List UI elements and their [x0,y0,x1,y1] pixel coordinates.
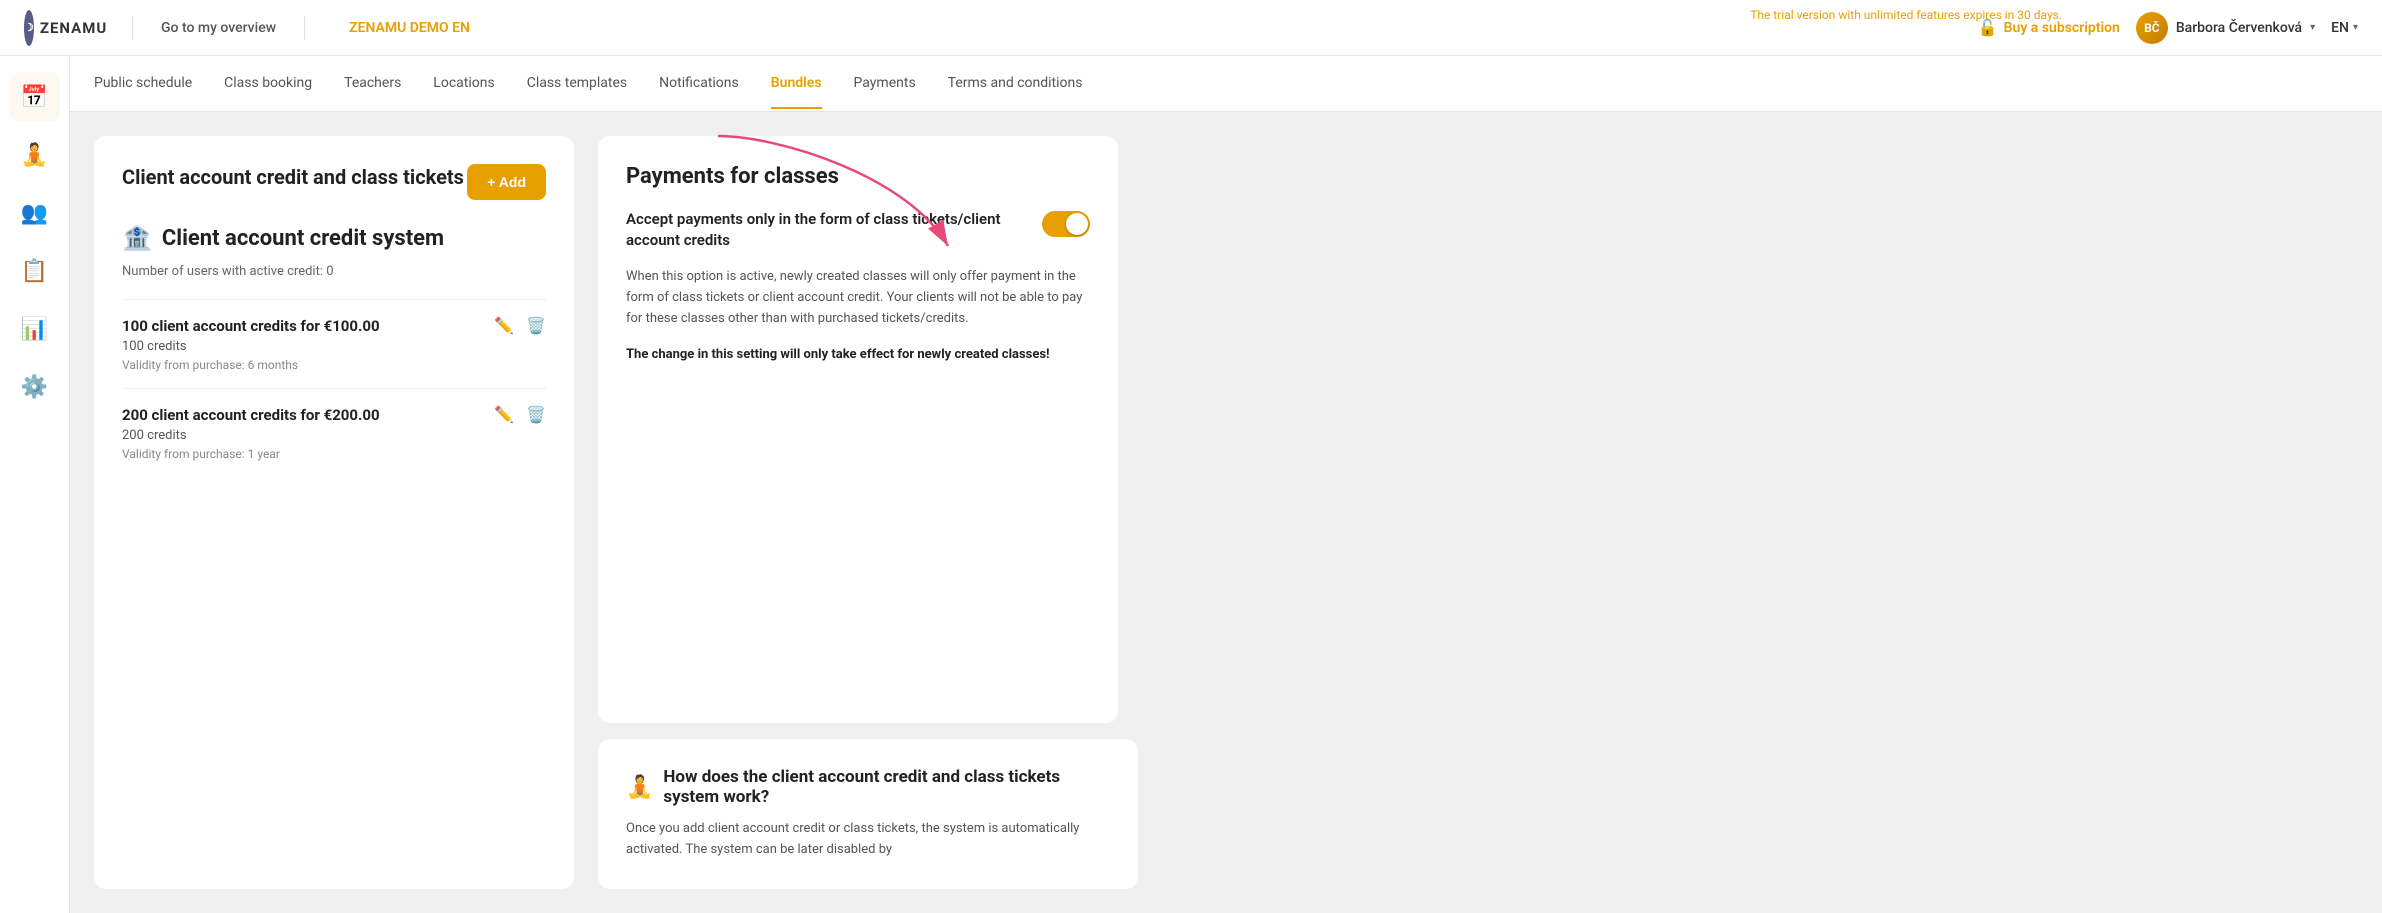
toggle-label: Accept payments only in the form of clas… [626,209,1026,251]
right-column: Payments for classes Accept payments onl… [598,136,1138,889]
credit-item: 200 client account credits for €200.00 ✏… [122,388,546,477]
info-card-header: 🧘 How does the client account credit and… [626,767,1110,807]
divider2 [304,16,305,40]
credit-validity: Validity from purchase: 6 months [122,358,546,372]
tab-bundles[interactable]: Bundles [771,59,822,109]
left-card: Client account credit and class tickets … [94,136,574,889]
user-name: Barbora Červenková [2176,20,2302,36]
user-avatar: BČ [2136,12,2168,44]
user-info[interactable]: BČ Barbora Červenková ▾ [2136,12,2315,44]
sidebar-item-users[interactable]: 👥 [10,188,60,238]
payment-warning: The change in this setting will only tak… [626,345,1090,365]
section-header: 🏦 Client account credit system [122,224,546,252]
credit-actions: ✏️ 🗑️ [494,316,546,335]
sidebar: 📅 🧘 👥 📋 📊 ⚙️ [0,56,70,913]
delete-icon-2[interactable]: 🗑️ [526,405,546,424]
calendar-icon: 📅 [21,85,48,110]
logo-circle: ☽ [24,10,34,46]
logo-area: ☽ ZENAMU Go to my overview ZENAMU DEMO E… [24,10,470,46]
main-content: Client account credit and class tickets … [70,112,2382,913]
payment-option: Accept payments only in the form of clas… [626,209,1090,251]
info-card-description: Once you add client account credit or cl… [626,819,1110,861]
tab-public-schedule[interactable]: Public schedule [94,59,192,109]
go-to-overview-link[interactable]: Go to my overview [161,20,276,36]
edit-icon-2[interactable]: ✏️ [494,405,514,424]
credit-item: 100 client account credits for €100.00 ✏… [122,299,546,388]
tab-class-templates[interactable]: Class templates [527,59,627,109]
credit-actions-2: ✏️ 🗑️ [494,405,546,424]
sidebar-item-chart[interactable]: 📊 [10,304,60,354]
users-icon: 👥 [21,201,48,226]
card-header: Client account credit and class tickets … [122,164,546,200]
section-title: Client account credit system [162,226,444,251]
tab-terms[interactable]: Terms and conditions [948,59,1083,109]
settings-icon: ⚙️ [21,375,48,400]
language-selector[interactable]: EN ▾ [2331,20,2358,36]
language-label: EN [2331,20,2349,36]
right-card-title: Payments for classes [626,164,1090,189]
info-icon: 🧘 [626,775,653,800]
app-layout: 📅 🧘 👥 📋 📊 ⚙️ Public schedule Class booki… [0,56,2382,913]
credit-item-title: 100 client account credits for €100.00 [122,317,380,335]
toggle-wrapper [1042,211,1090,237]
left-card-title: Client account credit and class tickets [122,164,464,190]
user-initials: BČ [2144,21,2160,35]
chart-icon: 📊 [21,317,48,342]
right-card: Payments for classes Accept payments onl… [598,136,1118,723]
tab-locations[interactable]: Locations [433,59,494,109]
delete-icon[interactable]: 🗑️ [526,316,546,335]
logo-icon: ☽ [24,21,34,34]
credit-item-header: 100 client account credits for €100.00 ✏… [122,316,546,335]
credit-detail: 100 credits [122,339,546,354]
credit-item-header-2: 200 client account credits for €200.00 ✏… [122,405,546,424]
divider [132,16,133,40]
sidebar-item-calendar[interactable]: 📅 [10,72,60,122]
trial-notice: The trial version with unlimited feature… [1750,8,2062,22]
yoga-icon: 🧘 [21,143,48,168]
add-button[interactable]: + Add [467,164,546,200]
logo: ☽ ZENAMU [24,10,104,46]
credit-detail-2: 200 credits [122,428,546,443]
tab-notifications[interactable]: Notifications [659,59,739,109]
demo-label: ZENAMU DEMO EN [349,20,470,36]
info-card-title: How does the client account credit and c… [663,767,1110,807]
payment-description: When this option is active, newly create… [626,267,1090,329]
tab-payments[interactable]: Payments [854,59,916,109]
sidebar-item-list[interactable]: 📋 [10,246,60,296]
users-info: Number of users with active credit: 0 [122,264,546,279]
bank-icon: 🏦 [122,224,152,252]
chevron-down-icon: ▾ [2310,22,2315,33]
credit-item-title-2: 200 client account credits for €200.00 [122,406,380,424]
top-bar: ☽ ZENAMU Go to my overview ZENAMU DEMO E… [0,0,2382,56]
sidebar-item-yoga[interactable]: 🧘 [10,130,60,180]
edit-icon[interactable]: ✏️ [494,316,514,335]
list-icon: 📋 [21,259,48,284]
tab-class-booking[interactable]: Class booking [224,59,312,109]
nav-tabs: Public schedule Class booking Teachers L… [70,56,2382,112]
logo-text: ZENAMU [40,19,107,37]
info-card: 🧘 How does the client account credit and… [598,739,1138,889]
credit-validity-2: Validity from purchase: 1 year [122,447,546,461]
sidebar-item-settings[interactable]: ⚙️ [10,362,60,412]
lang-chevron-icon: ▾ [2353,22,2358,33]
toggle-knob [1066,213,1088,235]
tab-teachers[interactable]: Teachers [344,59,401,109]
content-area: Public schedule Class booking Teachers L… [70,56,2382,913]
payment-toggle[interactable] [1042,211,1090,237]
